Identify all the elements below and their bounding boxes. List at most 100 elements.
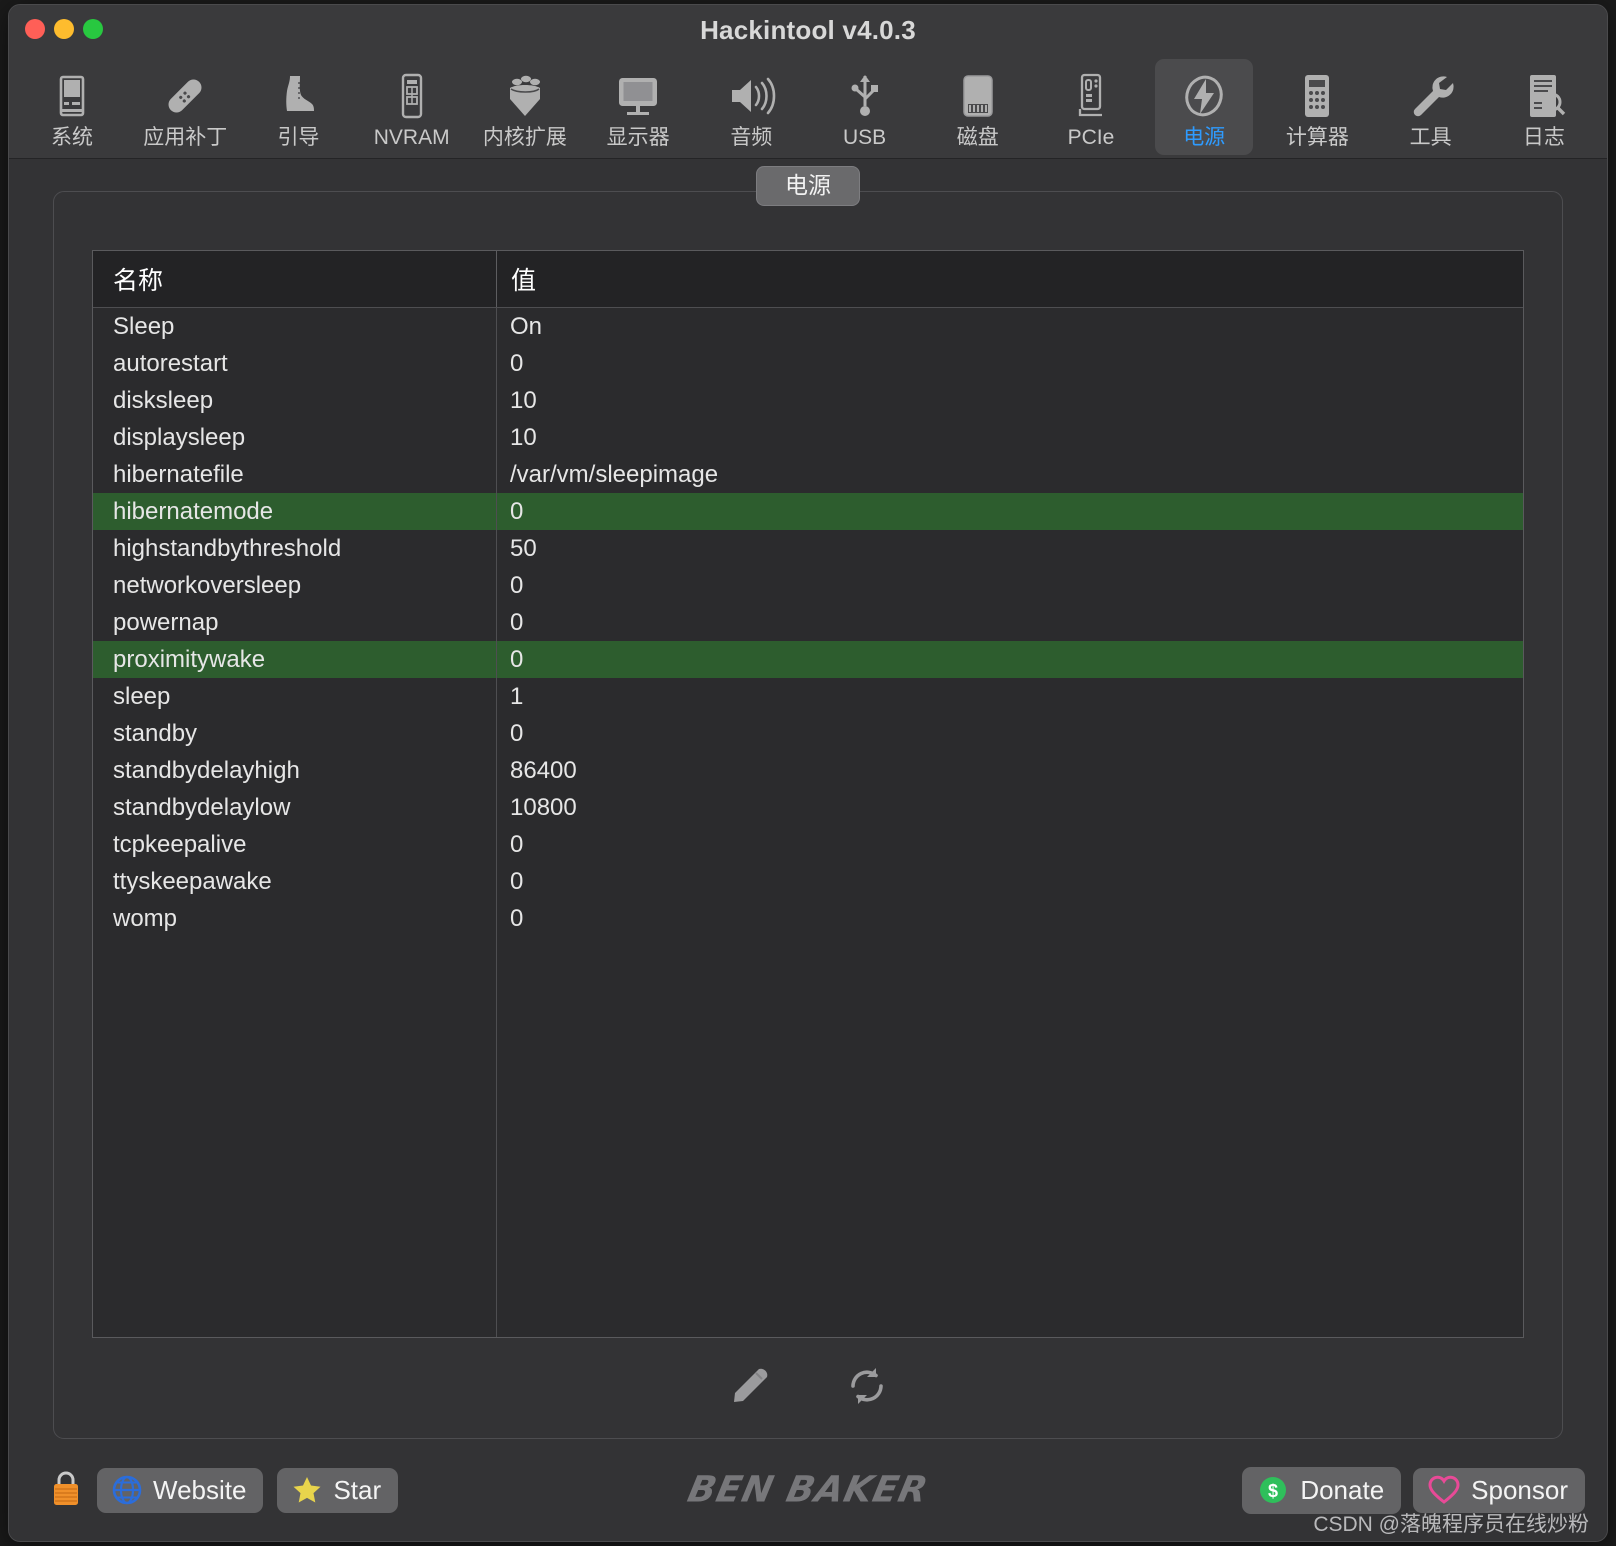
donate-button-label: Donate: [1300, 1474, 1385, 1505]
refresh-icon: [841, 1360, 893, 1417]
pencil-edit-icon: [723, 1360, 775, 1417]
tab-power[interactable]: 电源: [756, 166, 860, 207]
toolbar-item-audio[interactable]: 音频: [702, 59, 800, 155]
toolbar-item-power[interactable]: 电源: [1155, 59, 1254, 155]
toolbar-label: 应用补丁: [143, 126, 228, 149]
wrench-icon: [1402, 67, 1460, 125]
table-row[interactable]: standby 0: [93, 715, 1523, 752]
website-button-label: Website: [153, 1474, 247, 1505]
table-row[interactable]: sleep 1: [93, 678, 1523, 715]
cell-setting-value: 10800: [510, 793, 577, 821]
cell-setting-name: autorestart: [113, 349, 228, 377]
toolbar-item-disk[interactable]: 磁盘: [929, 59, 1027, 155]
toolbar-item-usb[interactable]: USB: [816, 59, 914, 155]
cell-setting-name: networkoversleep: [113, 571, 302, 599]
star-button[interactable]: Star: [277, 1467, 399, 1513]
website-button[interactable]: Website: [97, 1467, 264, 1513]
cell-setting-value: 0: [510, 830, 524, 858]
toolbar-label: 内核扩展: [482, 126, 567, 149]
content-area: 电源 名称 值 Sleep On autorestart 0 disksleep 10 di…: [9, 159, 1607, 1439]
toolbar-item-boot[interactable]: 引导: [249, 59, 347, 155]
svg-text:$: $: [1268, 1481, 1278, 1501]
cell-setting-value: 0: [510, 497, 524, 525]
table-row[interactable]: hibernatemode 0: [93, 493, 1523, 530]
table-row[interactable]: disksleep 10: [93, 382, 1523, 419]
toolbar-label: NVRAM: [373, 126, 450, 149]
toolbar-item-pcie[interactable]: PCIe: [1042, 59, 1140, 155]
table-row[interactable]: standbydelaylow 10800: [93, 789, 1523, 826]
cell-setting-value: 86400: [510, 756, 577, 784]
cell-setting-name: displaysleep: [113, 423, 246, 451]
edit-action[interactable]: [720, 1359, 778, 1417]
donate-button[interactable]: $ Donate: [1242, 1466, 1402, 1514]
refresh-action[interactable]: [838, 1359, 896, 1417]
boot-icon: [269, 67, 327, 125]
cell-setting-name: Sleep: [113, 312, 175, 340]
cell-setting-name: sleep: [113, 682, 171, 710]
app-window: Hackintool v4.0.3 系统 应用补丁 引导 NVRAM 内核扩展 …: [8, 4, 1608, 1542]
bandage-icon: [156, 67, 214, 125]
toolbar-item-kernel-extensions[interactable]: 内核扩展: [476, 59, 574, 155]
table-row[interactable]: networkoversleep 0: [93, 567, 1523, 604]
table-row[interactable]: Sleep On: [93, 308, 1523, 345]
toolbar-item-display[interactable]: 显示器: [589, 59, 687, 155]
table-row[interactable]: tcpkeepalive 0: [93, 826, 1523, 863]
sponsor-button-label: Sponsor: [1471, 1474, 1568, 1505]
table-row[interactable]: ttyskeepawake 0: [93, 863, 1523, 900]
toolbar-label: 磁盘: [956, 126, 999, 149]
memory-chip-icon: [383, 67, 441, 125]
dollar-circle-icon: $: [1257, 1474, 1289, 1506]
toolbar-label: USB: [842, 126, 887, 149]
table-row[interactable]: highstandbythreshold 50: [93, 530, 1523, 567]
sponsor-button[interactable]: Sponsor: [1413, 1467, 1585, 1513]
toolbar-item-log[interactable]: 日志: [1495, 59, 1593, 155]
cell-setting-value: 0: [510, 608, 524, 636]
table-row[interactable]: autorestart 0: [93, 345, 1523, 382]
toolbar-item-calculator[interactable]: 计算器: [1268, 59, 1366, 155]
cell-setting-value: /var/vm/sleepimage: [510, 460, 719, 488]
toolbar-label: 工具: [1409, 126, 1452, 149]
table-row[interactable]: powernap 0: [93, 604, 1523, 641]
brand-logo: BEN BAKER: [684, 1469, 932, 1511]
cell-setting-name: proximitywake: [113, 645, 266, 673]
toolbar-label: 电源: [1183, 126, 1226, 149]
table-body[interactable]: Sleep On autorestart 0 disksleep 10 displaysle…: [93, 308, 1523, 1337]
cell-setting-name: standby: [113, 719, 198, 747]
cell-setting-name: hibernatefile: [113, 460, 244, 488]
power-panel: 电源 名称 值 Sleep On autorestart 0 disksleep 10 di…: [53, 166, 1563, 1439]
watermark-text: CSDN @落魄程序员在线炒粉: [1313, 1513, 1589, 1536]
toolbar-item-app-patches[interactable]: 应用补丁: [136, 59, 234, 155]
star-button-label: Star: [333, 1474, 382, 1505]
monitor-icon: [609, 67, 667, 125]
cell-setting-value: 10: [510, 423, 537, 451]
heart-icon: [1428, 1475, 1460, 1505]
cell-setting-value: 0: [510, 349, 524, 377]
column-header-value[interactable]: 值: [496, 251, 1523, 307]
table-row[interactable]: womp 0: [93, 900, 1523, 937]
toolbar-item-nvram[interactable]: NVRAM: [363, 59, 461, 155]
cell-setting-value: 0: [510, 904, 524, 932]
toolbar-label: 音频: [730, 126, 773, 149]
toolbar-item-system[interactable]: 系统: [23, 59, 121, 155]
window-title: Hackintool v4.0.3: [700, 15, 916, 45]
table-row[interactable]: proximitywake 0: [93, 641, 1523, 678]
cell-setting-name: womp: [113, 904, 178, 932]
title-bar: Hackintool v4.0.3: [9, 5, 1607, 59]
padlock-icon[interactable]: [49, 1468, 83, 1513]
table-row[interactable]: standbydelayhigh 86400: [93, 752, 1523, 789]
toolbar-label: 系统: [51, 126, 93, 149]
cell-setting-name: hibernatemode: [113, 497, 274, 525]
table-row[interactable]: hibernatefile/var/vm/sleepimage: [93, 456, 1523, 493]
pcie-card-icon: [1062, 67, 1120, 125]
toolbar-label: 日志: [1522, 126, 1565, 149]
column-header-name[interactable]: 名称: [93, 251, 496, 307]
cell-setting-value: 50: [510, 534, 537, 562]
power-settings-table: 名称 值 Sleep On autorestart 0 disksleep 10 displ…: [92, 250, 1524, 1338]
table-row[interactable]: displaysleep 10: [93, 419, 1523, 456]
cell-setting-value: 0: [510, 719, 524, 747]
toolbar-item-tools[interactable]: 工具: [1382, 59, 1480, 155]
desktop-tower-icon: [43, 67, 101, 125]
cell-setting-name: standbydelaylow: [113, 793, 291, 821]
usb-icon: [836, 67, 894, 125]
footer-left-group: Website Star: [49, 1467, 399, 1513]
